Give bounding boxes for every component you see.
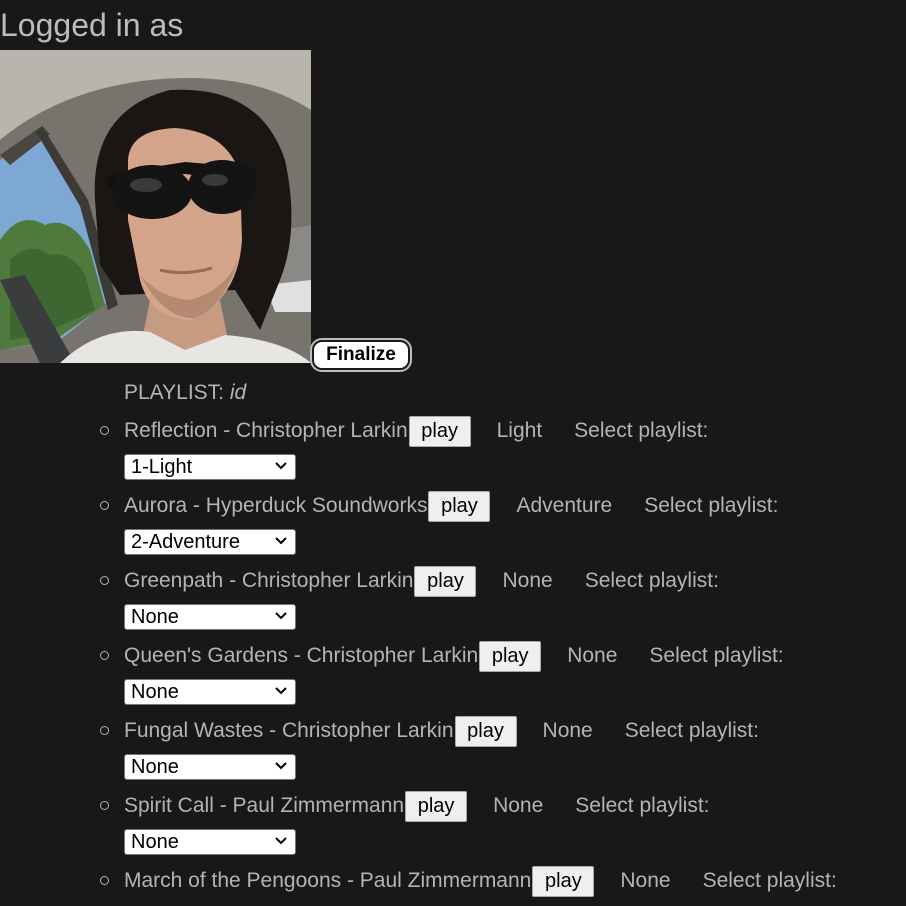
play-button[interactable]: play — [532, 865, 595, 897]
select-playlist-label: Select playlist: — [644, 494, 779, 517]
avatar — [0, 50, 311, 363]
avatar-photo — [0, 50, 311, 363]
song-item: March of the Pengoons - Paul Zimmermann … — [0, 864, 906, 906]
finalize-button[interactable]: Finalize — [310, 338, 412, 372]
chevron-down-icon — [275, 612, 287, 620]
playlist-select-value: None — [131, 756, 179, 778]
song-title: Fungal Wastes - Christopher Larkin — [124, 719, 454, 742]
playlist-select[interactable]: None — [124, 829, 296, 855]
playlist-select-value: 2-Adventure — [131, 531, 240, 553]
chevron-down-icon — [275, 837, 287, 845]
play-button[interactable]: play — [428, 490, 491, 522]
song-list: Reflection - Christopher Larkin play Lig… — [0, 414, 906, 906]
select-playlist-label: Select playlist: — [584, 569, 719, 592]
bullet-icon — [100, 501, 109, 510]
select-playlist-label: Select playlist: — [702, 869, 837, 892]
song-item: Queen's Gardens - Christopher Larkin pla… — [0, 639, 906, 714]
song-item: Greenpath - Christopher Larkin play None… — [0, 564, 906, 639]
playlist-label: PLAYLIST: — [124, 381, 224, 404]
playlist-select[interactable]: None — [124, 679, 296, 705]
song-category: None — [620, 869, 671, 892]
playlist-select-value: None — [131, 681, 179, 703]
play-button[interactable]: play — [405, 790, 468, 822]
logged-in-title: Logged in as — [0, 7, 184, 43]
song-title: March of the Pengoons - Paul Zimmermann — [124, 869, 532, 892]
playlist-select[interactable]: 1-Light — [124, 454, 296, 480]
play-button[interactable]: play — [408, 415, 471, 447]
bullet-icon — [100, 726, 109, 735]
select-playlist-label: Select playlist: — [574, 419, 709, 442]
song-item: Aurora - Hyperduck Soundworks play Adven… — [0, 489, 906, 564]
chevron-down-icon — [275, 462, 287, 470]
chevron-down-icon — [275, 537, 287, 545]
select-playlist-label: Select playlist: — [624, 719, 759, 742]
song-category: None — [542, 719, 593, 742]
select-playlist-label: Select playlist: — [649, 644, 784, 667]
song-item: Spirit Call - Paul Zimmermann play None … — [0, 789, 906, 864]
playlist-select-value: None — [131, 831, 179, 853]
song-title: Greenpath - Christopher Larkin — [124, 569, 414, 592]
select-playlist-label: Select playlist: — [575, 794, 710, 817]
play-button[interactable]: play — [479, 640, 542, 672]
song-title: Spirit Call - Paul Zimmermann — [124, 794, 405, 817]
playlist-id: id — [229, 381, 247, 404]
chevron-down-icon — [275, 687, 287, 695]
bullet-icon — [100, 801, 109, 810]
bullet-icon — [100, 576, 109, 585]
playlist-select[interactable]: None — [124, 604, 296, 630]
song-category: Light — [496, 419, 543, 442]
play-button[interactable]: play — [454, 715, 517, 747]
bullet-icon — [100, 426, 109, 435]
page: Logged in as Finalize PLAYLIST: id Refle… — [0, 0, 906, 906]
playlist-select-value: None — [131, 606, 179, 628]
song-item: Fungal Wastes - Christopher Larkin play … — [0, 714, 906, 789]
song-title: Reflection - Christopher Larkin — [124, 419, 408, 442]
bullet-icon — [100, 876, 109, 885]
song-category: None — [567, 644, 618, 667]
song-title: Queen's Gardens - Christopher Larkin — [124, 644, 479, 667]
bullet-icon — [100, 651, 109, 660]
playlist-select[interactable]: None — [124, 754, 296, 780]
song-category: None — [493, 794, 544, 817]
song-title: Aurora - Hyperduck Soundworks — [124, 494, 428, 517]
song-category: Adventure — [516, 494, 613, 517]
playlist-select[interactable]: 2-Adventure — [124, 529, 296, 555]
chevron-down-icon — [275, 762, 287, 770]
playlist-header: PLAYLIST: id — [124, 378, 246, 408]
playlist-select-value: 1-Light — [131, 456, 193, 478]
song-category: None — [502, 569, 553, 592]
play-button[interactable]: play — [414, 565, 477, 597]
song-item: Reflection - Christopher Larkin play Lig… — [0, 414, 906, 489]
